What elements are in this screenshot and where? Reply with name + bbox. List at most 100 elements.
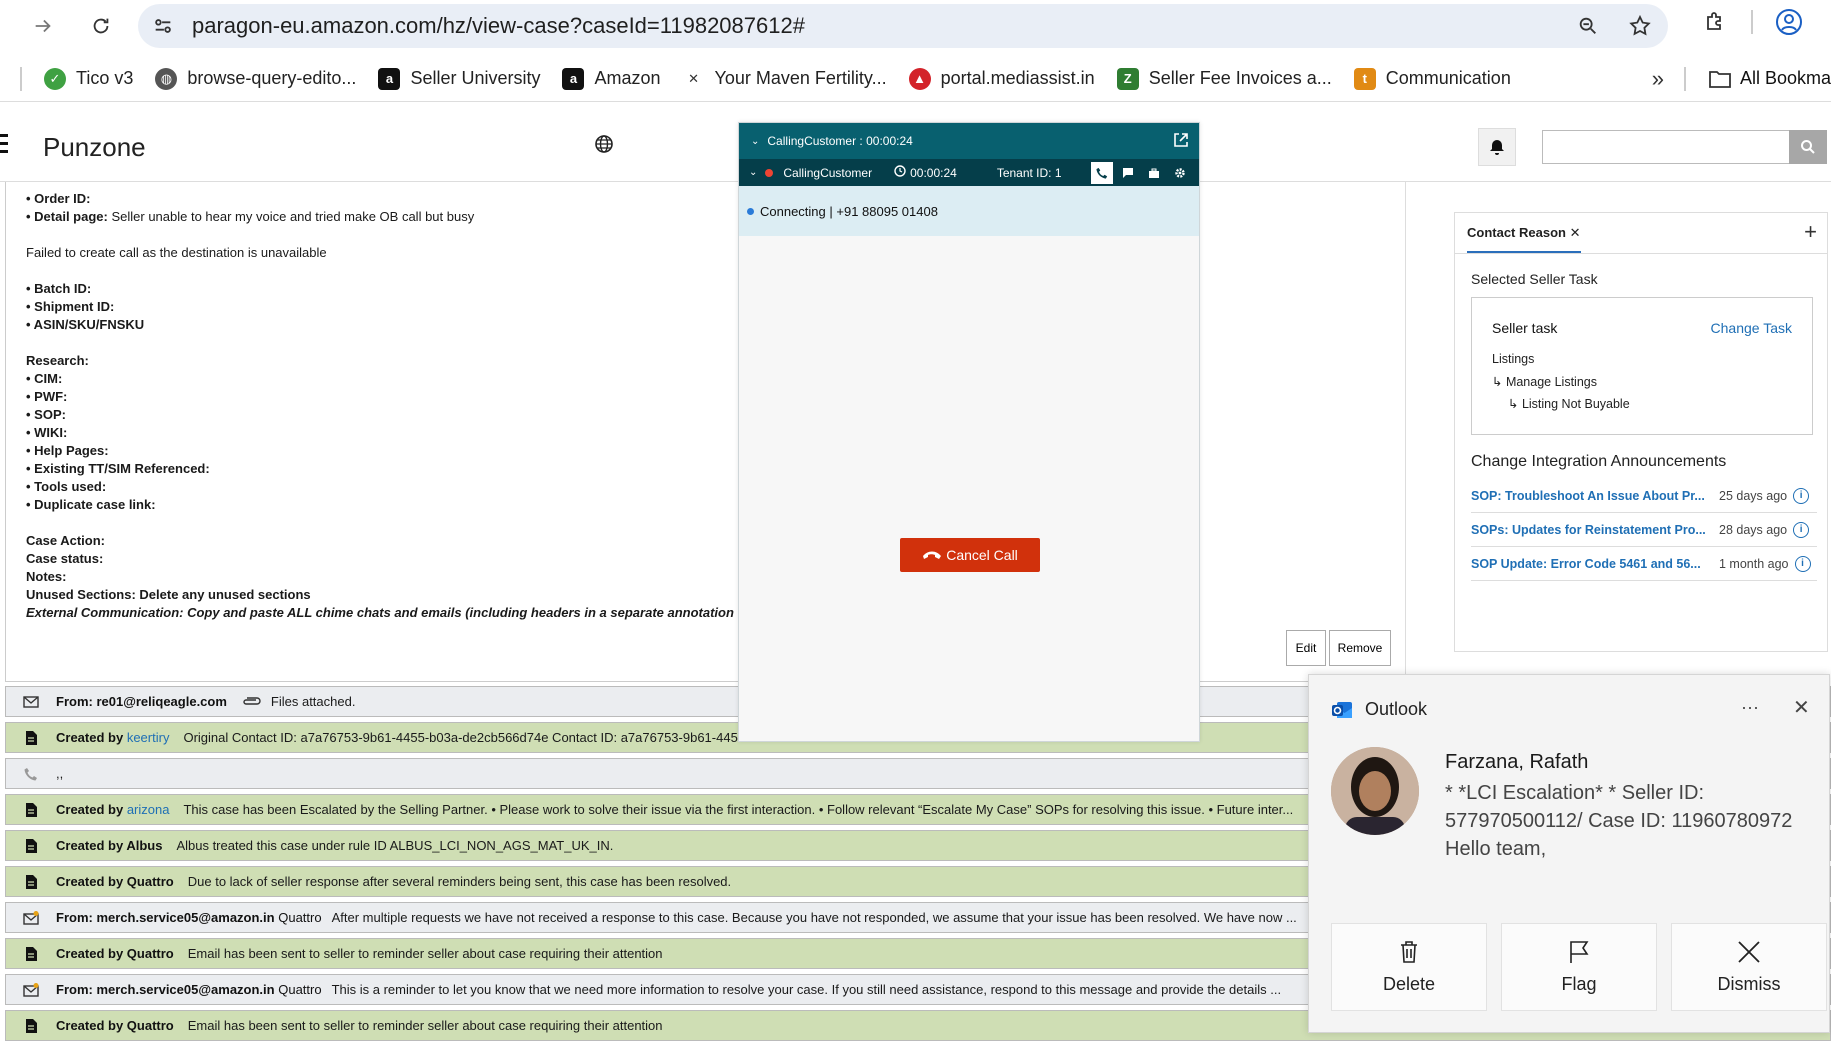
address-bar[interactable]: paragon-eu.amazon.com/hz/view-case?caseI… <box>138 4 1668 48</box>
info-icon[interactable]: i <box>1794 555 1811 572</box>
bookmark-mediassist[interactable]: ▲ portal.mediassist.in <box>908 67 1095 90</box>
flag-button[interactable]: Flag <box>1501 923 1657 1011</box>
toolbar-divider <box>1751 10 1753 34</box>
announcement-item[interactable]: SOP Update: Error Code 5461 and 56... 1 … <box>1471 547 1817 581</box>
notifications-button[interactable] <box>1478 128 1516 166</box>
unused-sections-label: Unused Sections: Delete any unused secti… <box>26 587 311 602</box>
chat-icon[interactable] <box>1117 162 1139 184</box>
contact-reason-panel: Contact Reason ✕ + Selected Seller Task … <box>1454 212 1828 652</box>
delete-button[interactable]: Delete <box>1331 923 1487 1011</box>
announcement-title[interactable]: SOP: Troubleshoot An Issue About Pr... <box>1471 489 1711 503</box>
outlook-logo-icon <box>1331 699 1353 721</box>
announcement-item[interactable]: SOP: Troubleshoot An Issue About Pr... 2… <box>1471 479 1817 513</box>
document-icon <box>6 802 56 817</box>
mediassist-logo-icon: ▲ <box>908 67 931 90</box>
announcement-date: 1 month ago <box>1719 556 1789 571</box>
row-body: Email has been sent to seller to reminde… <box>187 1018 663 1033</box>
hangup-icon <box>923 551 942 559</box>
author-link[interactable]: keertiry <box>127 730 170 745</box>
extensions-icon[interactable] <box>1701 8 1729 36</box>
announcement-title[interactable]: SOP Update: Error Code 5461 and 56... <box>1471 557 1711 571</box>
all-bookmarks[interactable]: All Bookma <box>1708 68 1831 89</box>
phone-icon[interactable] <box>1091 162 1113 184</box>
t-logo-icon: t <box>1353 67 1376 90</box>
paperclip-icon <box>241 694 261 709</box>
batch-id-label: • Batch ID: <box>26 281 92 296</box>
menu-icon[interactable] <box>0 134 8 154</box>
briefcase-icon[interactable] <box>1143 162 1165 184</box>
bookmark-seller-university[interactable]: a Seller University <box>378 67 540 90</box>
remove-button[interactable]: Remove <box>1329 630 1391 666</box>
amazon-logo-icon: a <box>378 67 401 90</box>
zigzag-logo-icon: Z <box>1116 67 1139 90</box>
site-info-icon[interactable] <box>152 15 174 42</box>
tab-divider <box>1455 253 1827 254</box>
close-icon[interactable]: ✕ <box>1793 695 1810 720</box>
star-icon[interactable] <box>1626 12 1654 40</box>
bookmark-maven[interactable]: ✕ Your Maven Fertility... <box>682 67 887 90</box>
search-button[interactable] <box>1789 130 1827 164</box>
document-icon <box>6 1018 56 1033</box>
pwf-label: • PWF: <box>26 389 68 404</box>
popout-icon[interactable] <box>1173 132 1189 151</box>
browser-toolbar: paragon-eu.amazon.com/hz/view-case?caseI… <box>0 0 1831 52</box>
amazon-logo-icon: a <box>562 67 585 90</box>
forward-icon[interactable] <box>24 7 62 45</box>
info-icon[interactable]: i <box>1793 521 1810 538</box>
order-id-label: • Order ID: <box>26 191 91 206</box>
chevron-down-icon[interactable]: ⌄ <box>751 136 759 147</box>
call-state: CallingCustomer <box>783 165 873 180</box>
reload-icon[interactable] <box>82 7 120 45</box>
envelope-icon <box>6 695 56 708</box>
announcement-item[interactable]: SOPs: Updates for Reinstatement Pro... 2… <box>1471 513 1817 547</box>
chevron-right-icon[interactable]: » <box>1652 66 1664 92</box>
profile-icon[interactable] <box>1775 8 1803 36</box>
row-author: Created by Quattro <box>56 946 174 961</box>
annotation-text: • Order ID: • Detail page: Seller unable… <box>26 190 734 622</box>
bookmark-amazon[interactable]: a Amazon <box>562 67 661 90</box>
outlook-notification: Outlook ··· ✕ Farzana, Rafath * *LCI Esc… <box>1308 674 1830 1033</box>
cancel-call-button[interactable]: Cancel Call <box>900 538 1040 572</box>
more-options-icon[interactable]: ··· <box>1741 697 1759 718</box>
info-icon[interactable]: i <box>1793 487 1810 504</box>
edit-button[interactable]: Edit <box>1286 630 1326 666</box>
announcement-title[interactable]: SOPs: Updates for Reinstatement Pro... <box>1471 523 1711 537</box>
detail-page-label: • Detail page: <box>26 209 108 224</box>
bookmark-tico[interactable]: ✓ Tico v3 <box>44 67 133 90</box>
notification-sender: Farzana, Rafath <box>1445 751 1589 773</box>
softphone-header: ⌄ CallingCustomer : 00:00:24 <box>739 123 1199 159</box>
announcement-date: 28 days ago <box>1719 522 1788 537</box>
chevron-down-icon[interactable]: ⌄ <box>749 167 757 178</box>
task-path-level-3: ↳ Listing Not Buyable <box>1508 397 1630 411</box>
bookmark-seller-fee[interactable]: Z Seller Fee Invoices a... <box>1116 67 1332 90</box>
row-body: Email has been sent to seller to reminde… <box>187 946 663 961</box>
gear-icon[interactable] <box>1169 162 1191 184</box>
seller-task-title: Seller task <box>1492 320 1558 336</box>
bookmark-browse-query[interactable]: ◍ browse-query-edito... <box>155 67 356 90</box>
bookmark-communication[interactable]: t Communication <box>1353 67 1511 90</box>
change-task-link[interactable]: Change Task <box>1711 320 1792 336</box>
external-communication-label: External Communication: Copy and paste A… <box>26 605 734 620</box>
email-sender: From: re01@reliqeagle.com <box>56 694 227 709</box>
tab-contact-reason[interactable]: Contact Reason ✕ <box>1467 225 1581 253</box>
call-timer: 00:00:24 <box>910 165 957 180</box>
close-icon[interactable]: ✕ <box>1570 225 1581 240</box>
dismiss-button[interactable]: Dismiss <box>1671 923 1827 1011</box>
envelope-icon <box>6 910 56 925</box>
row-body: ,, <box>56 766 64 781</box>
bookmarks-divider <box>20 66 22 91</box>
case-status-label: Case status: <box>26 551 104 566</box>
search-input[interactable] <box>1542 130 1790 164</box>
seller-task-box: Seller task Change Task Listings ↳ Manag… <box>1471 297 1813 435</box>
globe-icon[interactable] <box>594 134 614 159</box>
wiki-label: • WIKI: <box>26 425 68 440</box>
asin-label: • ASIN/SKU/FNSKU <box>26 317 145 332</box>
document-icon <box>6 730 56 745</box>
notes-label: Notes: <box>26 569 67 584</box>
document-icon <box>6 874 56 889</box>
bookmarks-bar: ✓ Tico v3 ◍ browse-query-edito... a Seller … <box>0 56 1831 102</box>
plus-icon[interactable]: + <box>1804 219 1817 245</box>
author-link[interactable]: arizona <box>127 802 170 817</box>
zoom-icon[interactable] <box>1574 12 1602 40</box>
row-body: After multiple requests we have not rece… <box>331 910 1297 925</box>
